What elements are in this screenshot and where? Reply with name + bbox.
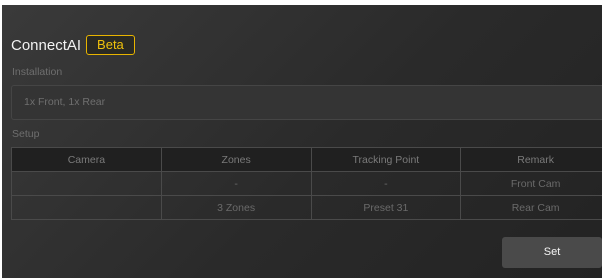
column-header-remark: Remark xyxy=(460,147,602,172)
beta-badge: Beta xyxy=(86,35,135,55)
cell-zones: 3 Zones xyxy=(160,195,312,220)
installation-label: Installation xyxy=(12,66,63,78)
cell-remark: Rear Cam xyxy=(460,195,602,220)
cell-tracking-point: Preset 31 xyxy=(310,195,462,220)
table-row[interactable]: - - Front Cam xyxy=(11,171,602,196)
cell-camera xyxy=(11,171,162,196)
cell-tracking-point: - xyxy=(310,171,462,196)
table-row[interactable]: 3 Zones Preset 31 Rear Cam xyxy=(11,195,602,220)
column-header-tracking-point: Tracking Point xyxy=(310,147,462,172)
table-header-row: Camera Zones Tracking Point Remark xyxy=(11,147,602,172)
setup-label: Setup xyxy=(12,128,40,140)
cell-zones: - xyxy=(160,171,312,196)
column-header-zones: Zones xyxy=(160,147,312,172)
cell-camera xyxy=(11,195,162,220)
connectai-panel: ConnectAI Beta Installation 1x Front, 1x… xyxy=(2,5,602,278)
cell-remark: Front Cam xyxy=(460,171,602,196)
installation-field[interactable]: 1x Front, 1x Rear xyxy=(11,85,602,120)
set-button[interactable]: Set xyxy=(502,237,602,268)
column-header-camera: Camera xyxy=(11,147,162,172)
title-row: ConnectAI Beta xyxy=(11,34,135,56)
page-title: ConnectAI xyxy=(11,36,82,54)
setup-table: Camera Zones Tracking Point Remark - - F… xyxy=(11,147,602,220)
